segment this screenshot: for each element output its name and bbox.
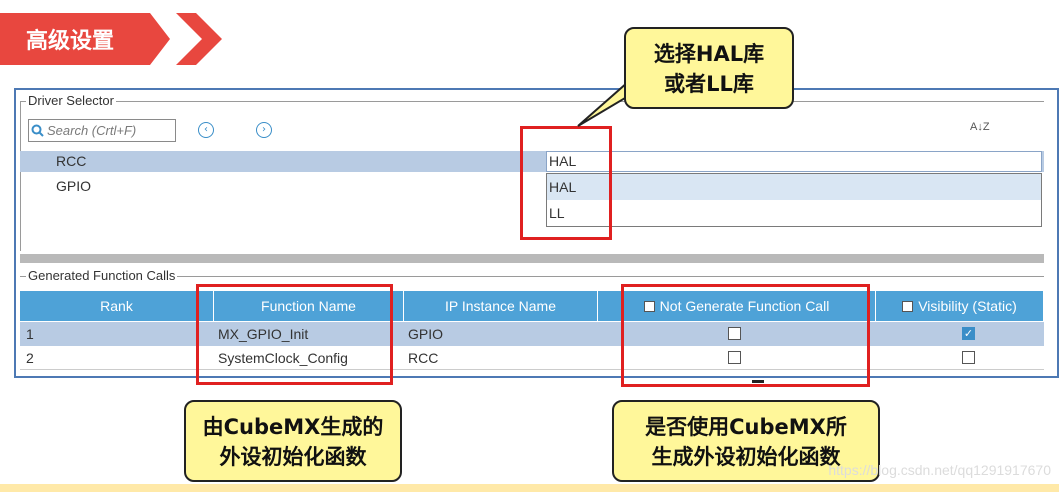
chevron-right-icon: › [262, 124, 266, 135]
collapse-all-button[interactable]: ‹ [198, 122, 214, 138]
search-icon [31, 124, 44, 137]
search-input[interactable] [47, 122, 171, 139]
callout-pointer-tick [752, 380, 764, 383]
cell-rank: 2 [26, 350, 34, 366]
cell-ip-instance: RCC [408, 350, 439, 366]
section-title-ribbon: 高级设置 [0, 13, 170, 65]
highlight-box-driver [520, 126, 612, 240]
footer-strip [0, 484, 1059, 492]
driver-selector-frame-left [20, 101, 21, 251]
column-header-rank[interactable]: Rank [20, 291, 214, 321]
driver-row-label: RCC [56, 153, 87, 169]
driver-dropdown-list: HAL LL [546, 173, 1042, 227]
expand-all-button[interactable]: › [256, 122, 272, 138]
column-header-visibility[interactable]: Visibility (Static) [876, 291, 1044, 321]
dropdown-option-ll[interactable]: LL [547, 200, 1041, 226]
cell-rank: 1 [26, 326, 34, 342]
callout-function-name: 由CubeMX生成的 外设初始化函数 [184, 400, 402, 482]
driver-select[interactable]: HAL [546, 151, 1042, 172]
visibility-checkbox[interactable] [962, 351, 975, 364]
chevron-left-icon: ‹ [204, 124, 208, 135]
sort-icon[interactable]: A↓Z [970, 122, 990, 133]
splitter-bar[interactable] [20, 254, 1044, 263]
chevron-right-icon [176, 13, 222, 65]
driver-selector-legend: Driver Selector [26, 93, 116, 108]
driver-selector-frame [20, 101, 1044, 102]
highlight-box-not-generate [621, 284, 870, 387]
checkmark-icon: ✓ [963, 327, 974, 340]
section-title: 高级设置 [26, 29, 115, 54]
watermark: https://blog.csdn.net/qq1291917670 [828, 462, 1051, 478]
column-header-ip-instance[interactable]: IP Instance Name [404, 291, 598, 321]
callout-driver: 选择HAL库 或者LL库 [624, 27, 794, 109]
visibility-checkbox[interactable]: ✓ [962, 327, 975, 340]
table-row[interactable]: 1 MX_GPIO_Init GPIO ✓ [20, 322, 1044, 346]
highlight-box-function-name [196, 284, 393, 385]
cell-ip-instance: GPIO [408, 326, 444, 342]
dropdown-option-hal[interactable]: HAL [547, 174, 1041, 200]
generated-calls-legend: Generated Function Calls [26, 268, 178, 283]
search-box[interactable] [28, 119, 176, 142]
table-row[interactable]: 2 SystemClock_Config RCC [20, 346, 1044, 370]
header-checkbox[interactable] [902, 300, 914, 312]
driver-row-label[interactable]: GPIO [56, 178, 91, 194]
